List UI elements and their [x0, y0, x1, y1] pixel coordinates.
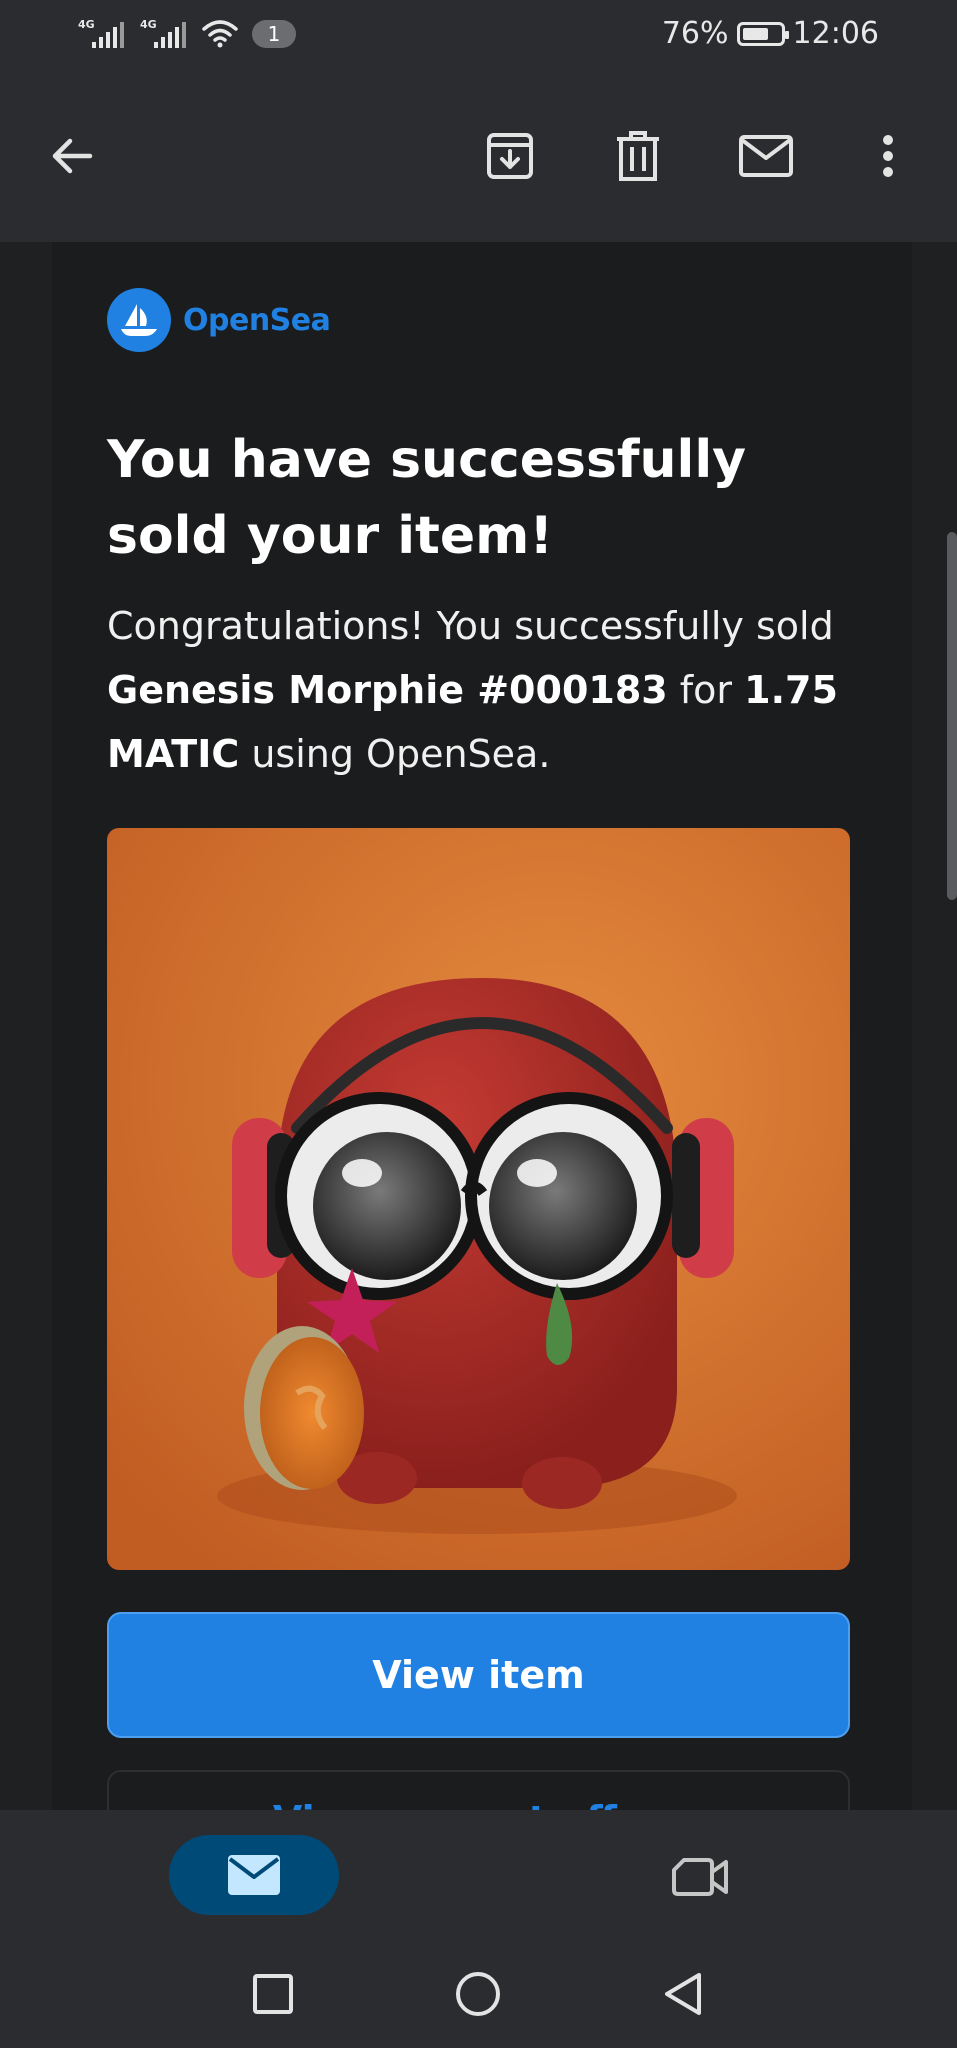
email-headline: You have successfully sold your item! [107, 430, 747, 566]
status-left: 4G 4G 1 [78, 18, 296, 50]
opensea-ship-icon [107, 288, 171, 352]
archive-icon [487, 133, 533, 179]
system-back-button[interactable] [651, 1962, 715, 2026]
back-arrow-icon [52, 138, 93, 174]
view-item-button[interactable]: View item [107, 1612, 850, 1738]
bottom-navigation [0, 1810, 957, 1940]
battery-icon [736, 21, 789, 46]
body-for: for [667, 668, 745, 712]
mail-icon [228, 1855, 280, 1895]
nav-meet-tab[interactable] [665, 1842, 735, 1912]
view-offers-button[interactable]: View current offers [107, 1770, 850, 1810]
battery-level-fill [742, 27, 769, 40]
back-triangle-icon [665, 1973, 701, 2015]
signal-bars-icon [154, 22, 186, 48]
network-indicator-2: 4G [140, 18, 194, 50]
wifi-icon [202, 20, 238, 48]
trash-icon [617, 131, 659, 181]
email-body-text: Congratulations! You successfully sold G… [107, 594, 877, 786]
more-vert-icon [883, 135, 893, 177]
opensea-wordmark: OpenSea [183, 302, 331, 338]
email-toolbar [0, 72, 957, 242]
status-bar: 4G 4G 1 76% 12:06 [0, 0, 957, 72]
email-content: OpenSea You have successfully sold your … [52, 242, 912, 1810]
home-button[interactable] [446, 1962, 510, 2026]
mark-unread-button[interactable] [734, 124, 798, 188]
home-circle-icon [456, 1972, 500, 2016]
morphie-illustration [107, 828, 850, 1570]
notification-count-badge: 1 [252, 20, 296, 48]
opensea-logo[interactable]: OpenSea [107, 288, 331, 352]
meet-video-icon [672, 1858, 728, 1896]
battery-percent: 76% [661, 16, 729, 51]
status-right: 76% 12:06 [662, 16, 879, 51]
system-navigation-bar [0, 1940, 957, 2048]
archive-button[interactable] [478, 124, 542, 188]
body-outro: using OpenSea. [239, 732, 551, 776]
delete-button[interactable] [606, 124, 670, 188]
clock: 12:06 [792, 16, 879, 51]
body-intro: Congratulations! You successfully sold [107, 604, 834, 648]
back-button[interactable] [40, 124, 104, 188]
mark-unread-icon [739, 135, 793, 177]
scrollbar-thumb[interactable] [947, 532, 957, 900]
recents-square-icon [253, 1974, 293, 2014]
more-options-button[interactable] [856, 124, 920, 188]
nav-mail-tab[interactable] [169, 1835, 339, 1915]
email-body-area[interactable]: OpenSea You have successfully sold your … [0, 242, 957, 1810]
signal-bars-icon [92, 22, 124, 48]
network-indicator-1: 4G [78, 18, 132, 50]
item-name: Genesis Morphie #000183 [107, 668, 668, 712]
nft-image[interactable] [107, 828, 850, 1570]
recents-button[interactable] [241, 1962, 305, 2026]
